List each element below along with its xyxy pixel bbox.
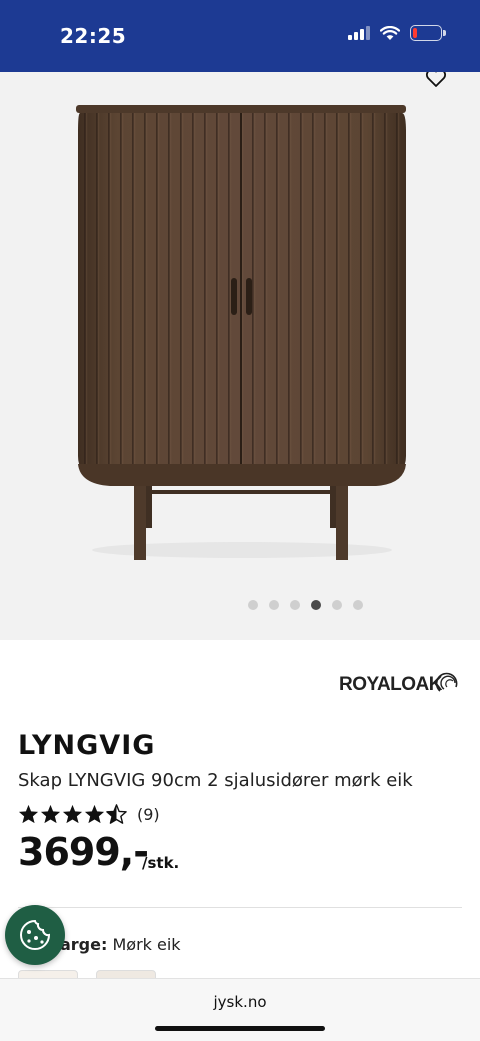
gallery-dot[interactable] xyxy=(331,600,342,610)
brand-swirl-icon xyxy=(436,672,458,692)
battery-level xyxy=(413,28,417,38)
gallery-dot[interactable] xyxy=(247,600,258,610)
gallery-dot[interactable] xyxy=(352,600,363,610)
battery-icon xyxy=(410,25,446,41)
cookie-settings-button[interactable] xyxy=(5,905,65,965)
star-half-icon xyxy=(106,804,127,824)
product-price: 3699,- xyxy=(18,830,149,874)
browser-address-bar[interactable]: jysk.no xyxy=(0,978,480,1041)
product-name: LYNGVIG xyxy=(18,730,156,761)
gallery-dot-active[interactable] xyxy=(310,600,321,610)
star-filled-icon xyxy=(84,804,105,824)
status-bar: 22:25 xyxy=(0,0,480,72)
product-image[interactable] xyxy=(0,72,480,640)
color-selection: Farge: Mørk eik xyxy=(50,935,181,954)
star-filled-icon xyxy=(40,804,61,824)
status-time: 22:25 xyxy=(60,24,127,48)
wishlist-heart-icon[interactable] xyxy=(424,72,448,90)
price-unit: /stk. xyxy=(142,854,180,872)
cookie-icon xyxy=(20,919,51,950)
brand-name: ROYALOAK xyxy=(339,674,442,695)
status-icons xyxy=(348,25,446,41)
color-value: Mørk eik xyxy=(112,935,181,954)
star-filled-icon xyxy=(62,804,83,824)
cellular-signal-icon xyxy=(348,26,370,40)
home-indicator[interactable] xyxy=(155,1026,325,1031)
gallery-pagination xyxy=(0,600,480,610)
rating-stars xyxy=(18,804,127,824)
star-filled-icon xyxy=(18,804,39,824)
product-rating[interactable]: (9) xyxy=(18,804,160,824)
brand-logo[interactable]: ROYALOAK xyxy=(339,672,462,696)
wifi-icon xyxy=(380,25,400,40)
product-image-gallery[interactable] xyxy=(0,72,480,640)
gallery-dot[interactable] xyxy=(289,600,300,610)
divider xyxy=(18,907,462,908)
gallery-dot[interactable] xyxy=(268,600,279,610)
url-text[interactable]: jysk.no xyxy=(0,993,480,1011)
product-description: Skap LYNGVIG 90cm 2 sjalusidører mørk ei… xyxy=(18,770,413,791)
rating-count[interactable]: (9) xyxy=(137,805,160,824)
